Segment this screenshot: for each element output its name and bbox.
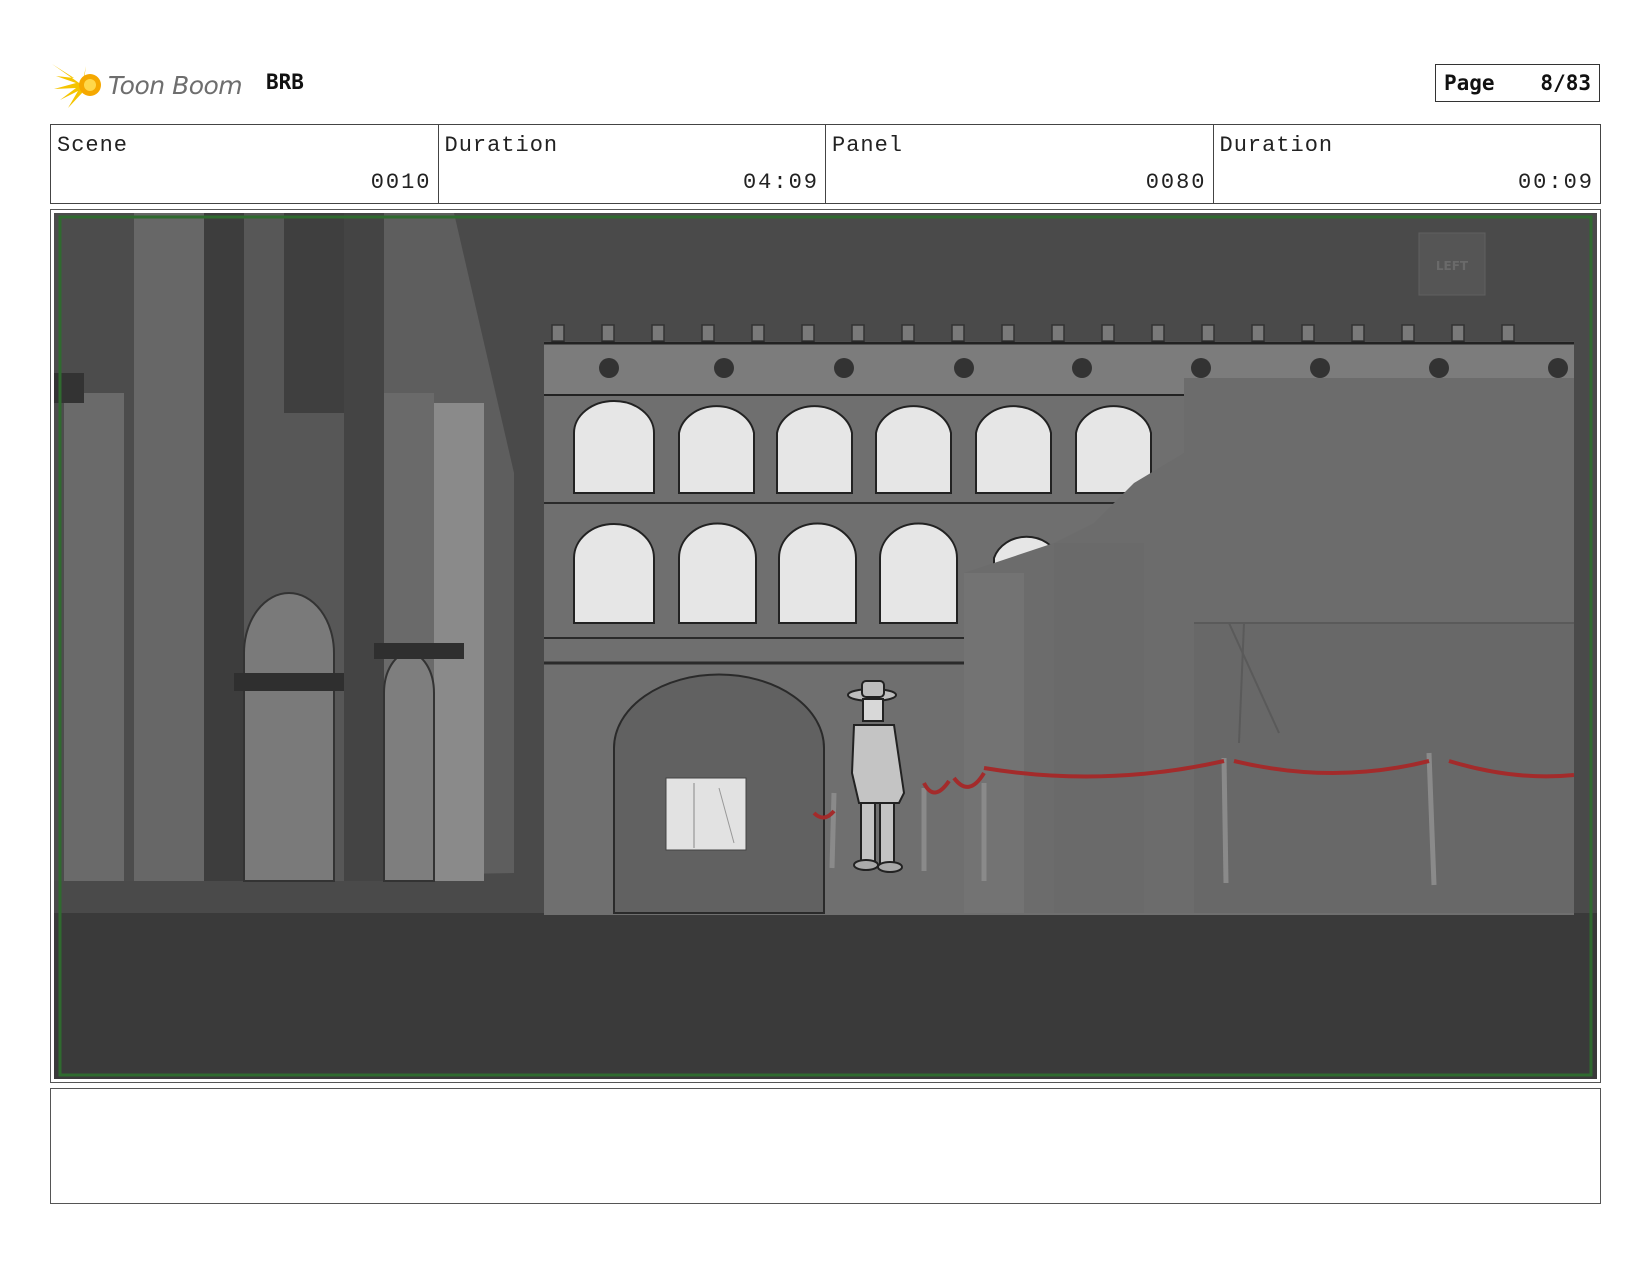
panel-value: 0080 [1145,170,1207,195]
logo-text: Toon Boom [108,70,243,100]
scene-duration-label: Duration [444,133,559,158]
storyboard-panel-frame: LEFT [50,209,1601,1083]
scene-cell: Scene 0010 [51,125,439,203]
scene-duration-cell: Duration 04:09 [439,125,826,203]
storyboard-panel-image: LEFT [54,213,1597,1079]
project-name: BRB [266,70,304,94]
panel-info-bar: Scene 0010 Duration 04:09 Panel 0080 Dur… [50,124,1601,204]
sign-text: LEFT [1436,259,1469,273]
panel-label: Panel [832,133,904,158]
panel-duration-label: Duration [1219,133,1334,158]
scene-label: Scene [57,133,129,158]
page-label: Page [1444,71,1495,95]
toon-boom-logo: Toon Boom [52,58,243,112]
scene-duration-value: 04:09 [742,170,819,195]
scene-value: 0010 [370,170,432,195]
panel-duration-value: 00:09 [1517,170,1594,195]
panel-duration-cell: Duration 00:09 [1214,125,1601,203]
panel-notes-box[interactable] [50,1088,1601,1204]
page-number: 8/83 [1540,71,1591,95]
toon-boom-star-icon [52,64,101,108]
page-indicator: Page 8/83 [1435,64,1600,102]
panel-cell: Panel 0080 [826,125,1214,203]
